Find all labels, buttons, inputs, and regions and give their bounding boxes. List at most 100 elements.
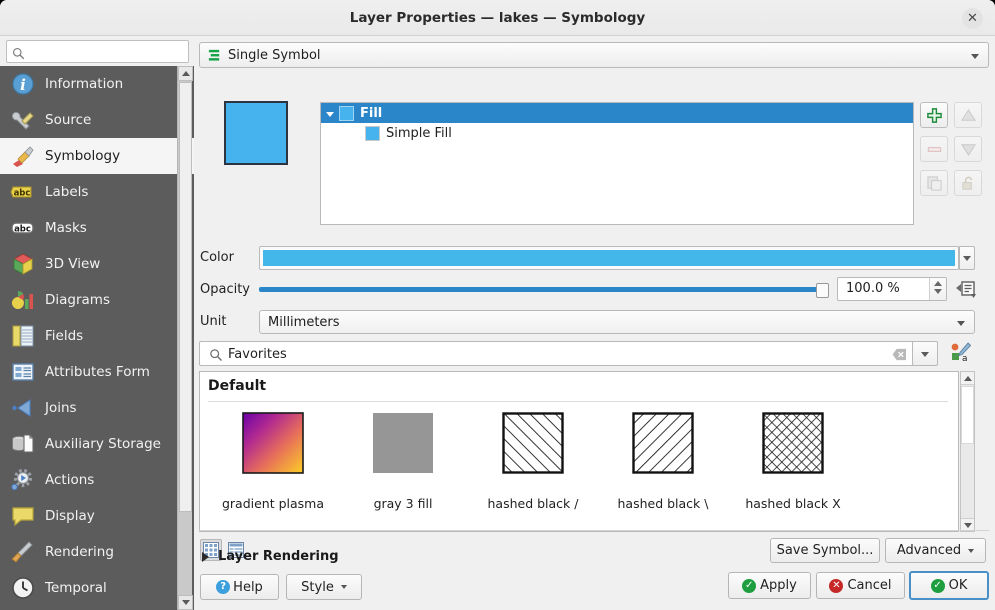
scroll-up-icon[interactable] xyxy=(961,372,974,385)
red-minus-icon xyxy=(926,141,943,158)
sidebar-item-label: Auxiliary Storage xyxy=(45,436,161,452)
gallery-item[interactable]: hashed black X xyxy=(728,412,858,524)
gallery-item-label: hashed black X xyxy=(728,496,858,511)
cube-icon xyxy=(10,251,36,277)
gallery-item[interactable]: hashed black \ xyxy=(598,412,728,524)
unit-label: Unit xyxy=(200,314,226,329)
sidebar-item-label: Fields xyxy=(45,328,83,344)
sidebar-item-joins[interactable]: Joins xyxy=(0,390,194,426)
abc-mask-icon: abc xyxy=(10,215,36,241)
arrow-down-icon xyxy=(960,141,977,158)
symbol-layer-row[interactable]: Simple Fill xyxy=(321,123,913,143)
sidebar-item-temporal[interactable]: Temporal xyxy=(0,570,194,606)
gallery-item[interactable]: gradient plasma xyxy=(208,412,338,524)
unit-value: Millimeters xyxy=(268,315,340,330)
symbol-layer-row[interactable]: Fill xyxy=(321,103,913,123)
sidebar-item-information[interactable]: iInformation xyxy=(0,66,194,102)
sidebar-item-actions[interactable]: Actions xyxy=(0,462,194,498)
unlock-icon xyxy=(960,175,977,192)
join-icon xyxy=(10,395,36,421)
chevron-down-icon xyxy=(341,585,347,589)
sidebar-item-rendering[interactable]: Rendering xyxy=(0,534,194,570)
search-input[interactable] xyxy=(6,40,189,63)
sidebar-item-label: Joins xyxy=(45,400,77,416)
opacity-stepper[interactable] xyxy=(929,278,946,300)
gallery-item-thumbnail xyxy=(762,412,824,474)
chevron-down-icon xyxy=(957,321,965,326)
scrollbar-thumb[interactable] xyxy=(961,386,974,444)
gallery-item-label: gray 3 fill xyxy=(338,496,468,511)
move-down-button[interactable] xyxy=(954,136,982,162)
gallery-item-thumbnail xyxy=(372,412,434,474)
style-manager-button[interactable]: a xyxy=(947,340,973,366)
sidebar-item-label: Temporal xyxy=(45,580,107,596)
sidebar-item-fields[interactable]: Fields xyxy=(0,318,194,354)
layer-properties-dialog: Layer Properties — lakes — Symbology ✕ i… xyxy=(0,0,995,610)
lock-layer-button[interactable] xyxy=(954,170,982,196)
sidebar-item-source[interactable]: Source xyxy=(0,102,194,138)
symbol-layer-tree[interactable]: FillSimple Fill xyxy=(320,102,914,225)
sidebar-item-auxiliary-storage[interactable]: Auxiliary Storage xyxy=(0,426,194,462)
opacity-slider[interactable] xyxy=(259,280,829,298)
apply-button[interactable]: ✓ Apply xyxy=(728,572,811,599)
symbol-search-dropdown-button[interactable] xyxy=(912,341,938,366)
arrow-up-icon xyxy=(960,107,977,124)
sidebar-item-display[interactable]: Display xyxy=(0,498,194,534)
sidebar-item-labels[interactable]: abc Labels xyxy=(0,174,194,210)
title-bar: Layer Properties — lakes — Symbology ✕ xyxy=(0,0,995,36)
save-symbol-button[interactable]: Save Symbol... xyxy=(770,538,880,563)
help-button[interactable]: ? Help xyxy=(200,574,279,600)
cancel-button[interactable]: ✕ Cancel xyxy=(816,572,905,599)
close-icon[interactable]: ✕ xyxy=(962,8,983,29)
advanced-label: Advanced xyxy=(897,543,961,558)
svg-text:abc: abc xyxy=(14,189,31,199)
chevron-down-icon xyxy=(971,54,979,59)
sidebar-item-diagrams[interactable]: Diagrams xyxy=(0,282,194,318)
symbol-gallery[interactable]: Default gradient plasmagray 3 fill hashe… xyxy=(199,371,959,532)
expander-icon[interactable] xyxy=(321,106,339,121)
clear-icon[interactable] xyxy=(892,348,907,361)
divider xyxy=(199,530,989,531)
unit-combobox[interactable]: Millimeters xyxy=(259,310,975,334)
stepper-up-icon[interactable] xyxy=(934,281,942,286)
sidebar-item-label: Labels xyxy=(45,184,88,200)
move-up-button[interactable] xyxy=(954,102,982,128)
gallery-item[interactable]: hashed black / xyxy=(468,412,598,524)
remove-symbol-layer-button[interactable] xyxy=(920,136,948,162)
layer-rendering-section-toggle[interactable]: Layer Rendering xyxy=(202,549,339,564)
opacity-data-defined-override-button[interactable] xyxy=(954,277,978,301)
sidebar-item-label: Diagrams xyxy=(45,292,110,308)
opacity-handle[interactable] xyxy=(816,283,829,298)
scroll-up-icon[interactable] xyxy=(178,66,193,81)
sidebar-item-attributes-form[interactable]: Attributes Form xyxy=(0,354,194,390)
check-icon: ✓ xyxy=(931,579,945,593)
advanced-button[interactable]: Advanced xyxy=(885,538,986,563)
database-icon xyxy=(10,431,36,457)
sidebar-scrollbar[interactable] xyxy=(177,66,192,610)
gallery-item[interactable]: gray 3 fill xyxy=(338,412,468,524)
sidebar-item-3d-view[interactable]: 3D View xyxy=(0,246,194,282)
x-icon: ✕ xyxy=(829,579,843,593)
sidebar-item-symbology[interactable]: Symbology xyxy=(0,138,194,174)
symbol-search-field[interactable]: Favorites xyxy=(199,341,916,366)
gallery-item-label: hashed black / xyxy=(468,496,598,511)
wrench-icon xyxy=(10,107,36,133)
ok-button[interactable]: ✓ OK xyxy=(909,571,989,600)
sidebar-item-masks[interactable]: abcMasks xyxy=(0,210,194,246)
add-symbol-layer-button[interactable] xyxy=(920,102,948,128)
gallery-scrollbar[interactable] xyxy=(960,371,975,532)
window-title: Layer Properties — lakes — Symbology xyxy=(0,0,995,36)
opacity-spinbox[interactable]: 100.0 % xyxy=(837,277,947,301)
color-dropdown-button[interactable] xyxy=(959,246,975,270)
question-icon: ? xyxy=(216,580,230,594)
color-button[interactable] xyxy=(259,246,959,270)
renderer-type-combobox[interactable]: Single Symbol xyxy=(199,42,989,68)
stepper-down-icon[interactable] xyxy=(934,289,942,294)
style-button[interactable]: Style xyxy=(286,574,362,600)
scroll-down-icon[interactable] xyxy=(178,595,193,610)
scrollbar-thumb[interactable] xyxy=(179,82,192,512)
speech-bubble-icon xyxy=(10,503,36,529)
sidebar-item-label: Source xyxy=(45,112,91,128)
duplicate-symbol-layer-button[interactable] xyxy=(920,170,948,196)
clock-icon xyxy=(10,575,36,601)
